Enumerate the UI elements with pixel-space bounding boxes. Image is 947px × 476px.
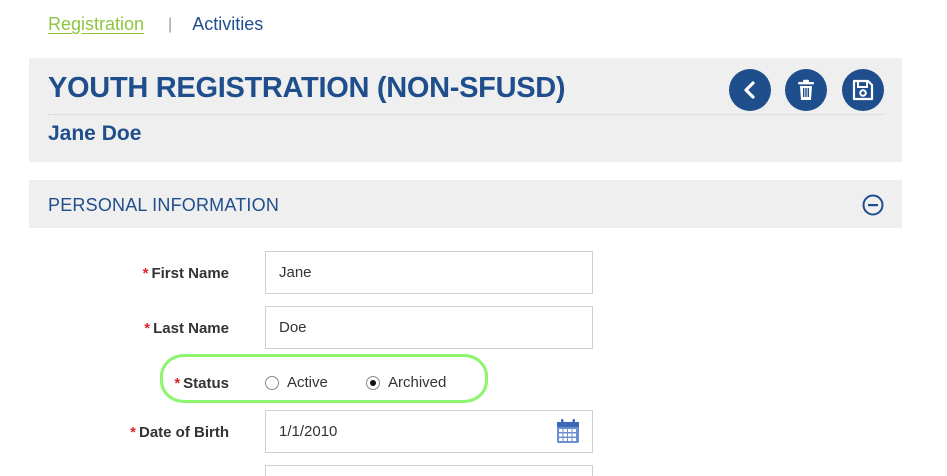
first-name-field[interactable] <box>265 251 593 294</box>
header-panel: YOUTH REGISTRATION (NON-SFUSD) Jane Doe <box>29 58 902 162</box>
last-name-field[interactable] <box>265 306 593 349</box>
tab-activities[interactable]: Activities <box>192 14 263 35</box>
personal-information-section: PERSONAL INFORMATION <box>29 180 902 228</box>
required-marker: * <box>142 265 149 282</box>
required-marker: * <box>174 375 181 392</box>
date-of-birth-label: * Date of Birth <box>130 424 229 441</box>
trash-icon <box>798 79 814 100</box>
header-divider <box>48 114 884 115</box>
radio-active[interactable] <box>265 375 279 390</box>
calendar-icon[interactable] <box>556 418 580 444</box>
save-button[interactable] <box>842 69 884 111</box>
top-tabs: Registration | Activities <box>48 14 263 35</box>
radio-archived-label: Archived <box>388 374 447 391</box>
next-field[interactable] <box>265 465 593 476</box>
chevron-left-icon <box>744 81 755 99</box>
back-button[interactable] <box>729 69 771 111</box>
status-radio-archived[interactable]: Archived <box>366 374 446 391</box>
required-marker: * <box>130 424 136 441</box>
radio-archived[interactable] <box>366 375 380 390</box>
minus-circle-icon[interactable] <box>862 194 884 216</box>
floppy-disk-icon <box>852 79 874 101</box>
tab-registration[interactable]: Registration <box>48 14 144 35</box>
first-name-label: * First Name <box>142 265 229 282</box>
status-label: * Status <box>174 375 229 392</box>
delete-button[interactable] <box>785 69 827 111</box>
status-radio-active[interactable]: Active <box>265 374 328 391</box>
person-name: Jane Doe <box>48 122 142 145</box>
radio-active-label: Active <box>287 374 328 391</box>
section-title: PERSONAL INFORMATION <box>48 195 280 215</box>
required-marker: * <box>144 320 151 337</box>
last-name-label: * Last Name <box>144 320 229 337</box>
tab-separator: | <box>168 15 173 33</box>
page-title: YOUTH REGISTRATION (NON-SFUSD) <box>48 72 566 104</box>
date-of-birth-field[interactable] <box>265 410 593 453</box>
